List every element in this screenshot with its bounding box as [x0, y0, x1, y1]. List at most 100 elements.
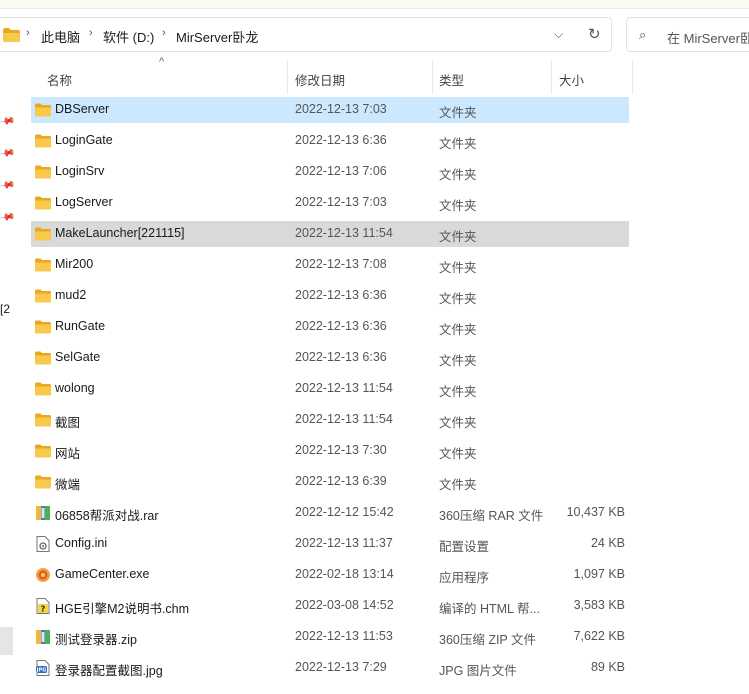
- file-row[interactable]: LogServer 2022-12-13 7:03 文件夹: [31, 190, 629, 216]
- column-header-size[interactable]: 大小: [559, 70, 584, 89]
- file-date-modified: 2022-12-13 11:54: [295, 412, 393, 426]
- search-icon: ⌕: [639, 27, 647, 42]
- file-size: 10,437 KB: [566, 505, 625, 519]
- file-date-modified: 2022-12-13 6:36: [295, 133, 387, 147]
- file-size: 7,622 KB: [573, 629, 625, 643]
- file-row[interactable]: JPG 登录器配置截图.jpg 2022-12-13 7:29 JPG 图片文件 89 …: [31, 655, 629, 681]
- file-type: 文件夹: [439, 199, 477, 213]
- search-input[interactable]: 在 MirServer卧: [667, 28, 749, 47]
- column-header-type[interactable]: 类型: [439, 70, 464, 89]
- file-type: 文件夹: [439, 230, 477, 244]
- address-bar[interactable]: › 此电脑 › 软件 (D:) › MirServer卧龙 ⌵ ↻: [0, 17, 612, 52]
- file-date-modified: 2022-12-13 7:03: [295, 102, 387, 116]
- file-row[interactable]: Mir200 2022-12-13 7:08 文件夹: [31, 252, 629, 278]
- column-divider[interactable]: [287, 60, 288, 94]
- file-date-modified: 2022-12-13 7:03: [295, 195, 387, 209]
- file-date-modified: 2022-12-13 7:30: [295, 443, 387, 457]
- file-name: mud2: [55, 288, 87, 302]
- file-date-modified: 2022-12-12 15:42: [295, 505, 394, 519]
- exe-icon: [35, 567, 51, 583]
- file-row[interactable]: MakeLauncher[221115] 2022-12-13 11:54 文件夹: [31, 221, 629, 247]
- file-date-modified: 2022-12-13 11:37: [295, 536, 393, 550]
- file-date-modified: 2022-03-08 14:52: [295, 598, 394, 612]
- folder-icon: [35, 443, 51, 459]
- file-row[interactable]: mud2 2022-12-13 6:36 文件夹: [31, 283, 629, 309]
- breadcrumb-this-pc[interactable]: 此电脑: [41, 27, 80, 46]
- file-name: SelGate: [55, 350, 101, 364]
- file-row[interactable]: 微端 2022-12-13 6:39 文件夹: [31, 469, 629, 495]
- file-row[interactable]: SelGate 2022-12-13 6:36 文件夹: [31, 345, 629, 371]
- file-name: GameCenter.exe: [55, 567, 150, 581]
- column-divider[interactable]: [551, 60, 552, 94]
- file-row[interactable]: 截图 2022-12-13 11:54 文件夹: [31, 407, 629, 433]
- file-size: 1,097 KB: [573, 567, 625, 581]
- column-header-name[interactable]: 名称: [47, 70, 72, 89]
- file-date-modified: 2022-12-13 6:36: [295, 319, 387, 333]
- image-file-icon: JPG: [35, 660, 51, 676]
- pin-icon: 📌: [0, 145, 16, 162]
- file-row[interactable]: wolong 2022-12-13 11:54 文件夹: [31, 376, 629, 402]
- refresh-icon[interactable]: ↻: [588, 25, 601, 43]
- file-type: 360压缩 ZIP 文件: [439, 633, 537, 647]
- file-row[interactable]: Config.ini 2022-12-13 11:37 配置设置 24 KB: [31, 531, 629, 557]
- nav-item-selected[interactable]: [0, 627, 13, 655]
- file-name: Mir200: [55, 257, 94, 271]
- file-row[interactable]: RunGate 2022-12-13 6:36 文件夹: [31, 314, 629, 340]
- archive-icon: [35, 629, 51, 645]
- column-header-date[interactable]: 修改日期: [295, 70, 345, 89]
- window-top-strip: [0, 0, 749, 9]
- chevron-down-icon[interactable]: ⌵: [554, 27, 563, 42]
- file-type: 文件夹: [439, 106, 477, 120]
- file-type: 文件夹: [439, 354, 477, 368]
- chevron-right-icon[interactable]: ›: [162, 27, 166, 39]
- file-row[interactable]: LoginSrv 2022-12-13 7:06 文件夹: [31, 159, 629, 185]
- file-type: 文件夹: [439, 292, 477, 306]
- file-row[interactable]: 测试登录器.zip 2022-12-13 11:53 360压缩 ZIP 文件 7,6…: [31, 624, 629, 650]
- column-divider[interactable]: [632, 60, 633, 94]
- file-row[interactable]: LoginGate 2022-12-13 6:36 文件夹: [31, 128, 629, 154]
- search-box[interactable]: ⌕ 在 MirServer卧: [626, 17, 749, 52]
- file-name: Config.ini: [55, 536, 108, 550]
- folder-icon: [35, 319, 51, 335]
- pin-icon: 📌: [0, 177, 16, 194]
- chevron-right-icon[interactable]: ›: [26, 27, 30, 39]
- file-row[interactable]: DBServer 2022-12-13 7:03 文件夹: [31, 97, 629, 123]
- chevron-right-icon[interactable]: ›: [89, 27, 93, 39]
- file-type: 文件夹: [439, 323, 477, 337]
- file-type: 文件夹: [439, 137, 477, 151]
- svg-text:?: ?: [41, 605, 46, 614]
- file-type: 编译的 HTML 帮...: [439, 602, 540, 616]
- file-date-modified: 2022-12-13 7:08: [295, 257, 387, 271]
- file-type: 文件夹: [439, 261, 477, 275]
- file-name: 登录器配置截图.jpg: [55, 664, 163, 678]
- file-name: HGE引擎M2说明书.chm: [55, 602, 190, 616]
- file-type: 文件夹: [439, 478, 477, 492]
- file-date-modified: 2022-12-13 11:54: [295, 226, 393, 240]
- column-divider[interactable]: [432, 60, 433, 94]
- archive-icon: [35, 505, 51, 521]
- file-date-modified: 2022-12-13 11:53: [295, 629, 393, 643]
- sort-up-icon: ^: [159, 56, 165, 68]
- file-date-modified: 2022-12-13 11:54: [295, 381, 393, 395]
- breadcrumb-drive-d[interactable]: 软件 (D:): [103, 27, 154, 46]
- file-row[interactable]: GameCenter.exe 2022-02-18 13:14 应用程序 1,097 …: [31, 562, 629, 588]
- folder-icon: [35, 381, 51, 397]
- file-date-modified: 2022-02-18 13:14: [295, 567, 394, 581]
- file-row[interactable]: ? HGE引擎M2说明书.chm 2022-03-08 14:52 编译的 HTML …: [31, 593, 629, 619]
- breadcrumb-current-folder[interactable]: MirServer卧龙: [176, 27, 258, 46]
- folder-icon: [35, 257, 51, 273]
- file-name: 微端: [55, 478, 81, 492]
- file-name: 06858帮派对战.rar: [55, 509, 159, 523]
- nav-item-truncated[interactable]: [2: [0, 302, 10, 316]
- file-type: JPG 图片文件: [439, 664, 517, 678]
- file-row[interactable]: 网站 2022-12-13 7:30 文件夹: [31, 438, 629, 464]
- file-type: 360压缩 RAR 文件: [439, 509, 544, 523]
- file-name: MakeLauncher[221115]: [55, 226, 185, 240]
- file-date-modified: 2022-12-13 7:29: [295, 660, 387, 674]
- navigation-pane: 📌 📌 📌 📌 [2: [0, 60, 16, 694]
- folder-icon: [3, 28, 20, 42]
- file-type: 文件夹: [439, 385, 477, 399]
- file-row[interactable]: 06858帮派对战.rar 2022-12-12 15:42 360压缩 RAR 文…: [31, 500, 629, 526]
- file-size: 89 KB: [590, 660, 625, 674]
- file-name: 网站: [55, 447, 81, 461]
